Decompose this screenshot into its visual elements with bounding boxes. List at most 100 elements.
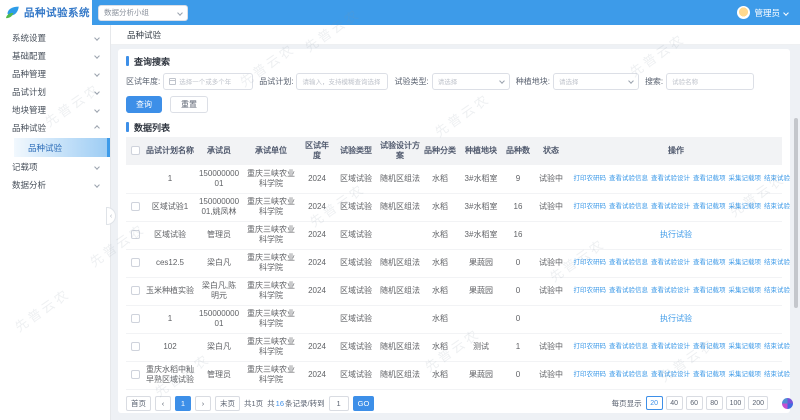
column-header: 试验设计方案 [378,137,422,165]
sidebar-item-variety-trial[interactable]: 品种试验 [0,119,110,137]
sidebar-item-variety-management[interactable]: 品种管理 [0,65,110,83]
execute-trial-link[interactable]: 执行试验 [660,314,692,323]
view-trial-info-link[interactable]: 查看试验信息 [609,343,648,350]
print-code-link[interactable]: 打印农研码 [574,343,607,350]
row-checkbox[interactable] [131,230,140,239]
sidebar-item-plot-management[interactable]: 地块管理 [0,101,110,119]
execute-trial-link[interactable]: 执行试验 [660,230,692,239]
cell-tester: 15000000001 [196,305,242,333]
page-size-option-60[interactable]: 60 [686,396,703,410]
view-record-items-link[interactable]: 查看记载项 [693,343,726,350]
collect-record-items-link[interactable]: 采集记载项 [729,175,762,182]
view-trial-design-link[interactable]: 查看试验设计 [651,175,690,182]
page-size-option-100[interactable]: 100 [726,396,746,410]
team-selector-dropdown[interactable]: 数据分析小组 [98,5,188,21]
row-checkbox-cell [126,193,144,221]
view-trial-design-link[interactable]: 查看试验设计 [651,371,690,378]
row-checkbox[interactable] [131,202,140,211]
trial-year-input[interactable]: 选择一个或多个年 [163,73,253,90]
print-code-link[interactable]: 打印农研码 [574,203,607,210]
cell-plot: 3#水稻室 [458,221,504,249]
column-header: 承试员 [196,137,242,165]
pagination-prev-button[interactable]: ‹ [155,396,171,411]
view-trial-info-link[interactable]: 查看试验信息 [609,175,648,182]
query-button[interactable]: 查询 [126,96,162,113]
print-code-link[interactable]: 打印农研码 [574,175,607,182]
end-trial-link[interactable]: 结束试验 [764,343,790,350]
column-header: 承试单位 [242,137,300,165]
column-header: 试验类型 [334,137,378,165]
row-actions-cell: 打印农研码查看试验信息查看试验设计查看记载项采集记载项结束试验 [570,277,782,305]
row-checkbox[interactable] [131,370,140,379]
end-trial-link[interactable]: 结束试验 [764,259,790,266]
view-record-items-link[interactable]: 查看记载项 [693,287,726,294]
search-input[interactable]: 试验名称 [666,73,754,90]
end-trial-link[interactable]: 结束试验 [764,287,790,294]
view-trial-design-link[interactable]: 查看试验设计 [651,203,690,210]
select-all-checkbox[interactable] [131,146,140,155]
collect-record-items-link[interactable]: 采集记载项 [729,287,762,294]
end-trial-link[interactable]: 结束试验 [764,203,790,210]
pagination-page-1[interactable]: 1 [175,396,191,411]
cell-tester: 梁白凡 [196,333,242,361]
trial-plan-input[interactable]: 请输入，支持模糊查询选择 [296,73,388,90]
pagination-next-button[interactable]: › [195,396,211,411]
row-checkbox[interactable] [131,342,140,351]
cell-status: 试验中 [532,249,570,277]
sidebar-item-trial-plan[interactable]: 品试计划 [0,83,110,101]
scrollbar-thumb[interactable] [794,118,798,308]
end-trial-link[interactable]: 结束试验 [764,371,790,378]
pagination-records-summary: 共16条记录/转到 [267,398,324,409]
goto-page-input[interactable]: 1 [329,396,349,411]
sidebar-item-data-analysis[interactable]: 数据分析 [0,176,110,194]
page-size-label: 每页显示 [612,398,642,409]
pagination-last-button[interactable]: 末页 [215,396,240,411]
user-menu[interactable]: 管理员 [737,6,788,19]
view-record-items-link[interactable]: 查看记载项 [693,259,726,266]
sidebar-item-basic-config[interactable]: 基础配置 [0,47,110,65]
view-record-items-link[interactable]: 查看记载项 [693,203,726,210]
view-trial-design-link[interactable]: 查看试验设计 [651,287,690,294]
collect-record-items-link[interactable]: 采集记载项 [729,371,762,378]
cell-design [378,221,422,249]
row-checkbox[interactable] [131,314,140,323]
page-size-option-80[interactable]: 80 [706,396,723,410]
view-record-items-link[interactable]: 查看记载项 [693,175,726,182]
view-trial-info-link[interactable]: 查看试验信息 [609,259,648,266]
view-trial-design-link[interactable]: 查看试验设计 [651,343,690,350]
page-size-option-200[interactable]: 200 [748,396,768,410]
row-checkbox-cell [126,165,144,193]
column-header: 区试年度 [300,137,334,165]
end-trial-link[interactable]: 结束试验 [764,175,790,182]
view-record-items-link[interactable]: 查看记载项 [693,371,726,378]
reset-button[interactable]: 重置 [170,96,208,113]
trial-type-select[interactable]: 请选择 [432,73,510,90]
collect-record-items-link[interactable]: 采集记载项 [729,259,762,266]
column-header: 品试计划名称 [144,137,196,165]
pinwheel-widget-icon[interactable] [782,398,793,409]
chevron-down-icon [94,107,100,113]
row-checkbox[interactable] [131,258,140,267]
cell-tester: 梁白凡 [196,249,242,277]
collect-record-items-link[interactable]: 采集记载项 [729,203,762,210]
view-trial-info-link[interactable]: 查看试验信息 [609,203,648,210]
print-code-link[interactable]: 打印农研码 [574,259,607,266]
collect-record-items-link[interactable]: 采集记载项 [729,343,762,350]
page-size-option-20[interactable]: 20 [646,396,663,410]
go-button[interactable]: GO [353,396,375,411]
sidebar-subitem-variety-trial-sub[interactable]: 品种试验 [14,138,110,157]
view-trial-design-link[interactable]: 查看试验设计 [651,259,690,266]
page-size-option-40[interactable]: 40 [666,396,683,410]
print-code-link[interactable]: 打印农研码 [574,371,607,378]
sidebar-item-label: 品试计划 [12,86,46,98]
sidebar-item-record-items[interactable]: 记载项 [0,158,110,176]
sidebar-item-system-settings[interactable]: 系统设置 [0,29,110,47]
row-checkbox[interactable] [131,286,140,295]
row-checkbox-cell [126,249,144,277]
pagination-first-button[interactable]: 首页 [126,396,151,411]
planting-plot-select[interactable]: 请选择 [553,73,639,90]
view-trial-info-link[interactable]: 查看试验信息 [609,287,648,294]
vertical-scrollbar[interactable] [794,0,799,420]
print-code-link[interactable]: 打印农研码 [574,287,607,294]
view-trial-info-link[interactable]: 查看试验信息 [609,371,648,378]
